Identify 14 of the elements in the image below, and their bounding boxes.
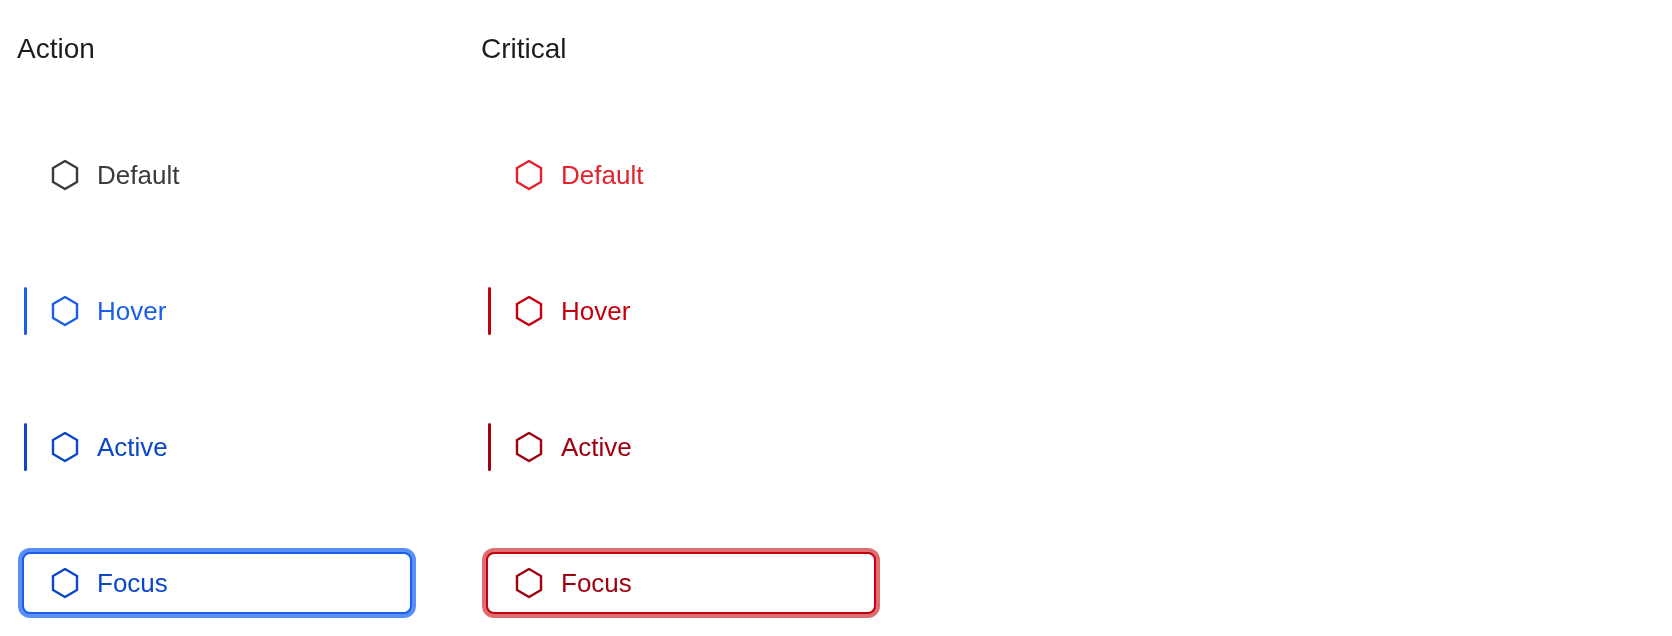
hexagon-icon bbox=[514, 295, 544, 327]
hexagon-icon bbox=[514, 159, 544, 191]
hexagon-icon bbox=[50, 431, 80, 463]
state-indicator bbox=[488, 423, 491, 471]
hexagon-icon bbox=[50, 567, 80, 599]
hexagon-icon bbox=[50, 295, 80, 327]
hexagon-icon bbox=[514, 567, 544, 599]
hexagon-icon bbox=[50, 159, 80, 191]
state-indicator bbox=[488, 287, 491, 335]
section-title: Critical bbox=[481, 32, 567, 66]
section-title: Action bbox=[17, 32, 95, 66]
state-indicator bbox=[24, 287, 27, 335]
hexagon-icon bbox=[514, 431, 544, 463]
state-indicator bbox=[24, 423, 27, 471]
